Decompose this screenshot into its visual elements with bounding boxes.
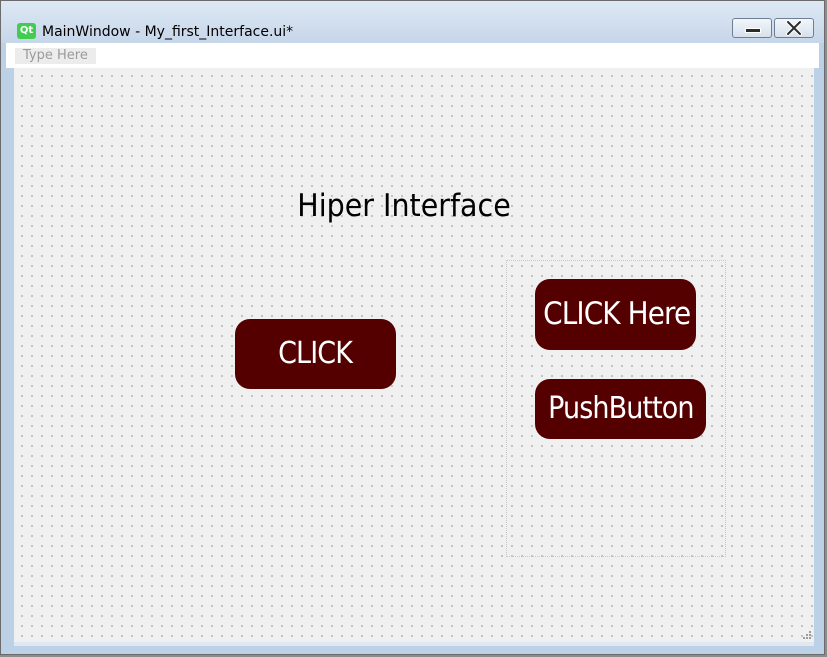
menu-type-here-placeholder[interactable]: Type Here [15,48,96,64]
push-button-label: PushButton [547,391,694,426]
status-bar [14,642,814,646]
resize-grip-icon[interactable] [802,630,812,640]
heading-label[interactable]: Hiper Interface [266,186,542,226]
close-icon [786,20,802,36]
main-window: Qt MainWindow - My_first_Interface.ui* T… [0,0,825,655]
minimize-icon [745,28,761,33]
click-here-button[interactable]: CLICK Here [535,279,696,350]
title-bar[interactable]: Qt MainWindow - My_first_Interface.ui* [1,1,824,43]
minimize-button[interactable] [732,18,772,38]
click-button-label: CLICK [278,336,354,371]
form-canvas[interactable]: Hiper Interface CLICK CLICK Here PushBut… [14,68,814,642]
window-title: MainWindow - My_first_Interface.ui* [42,24,294,40]
click-here-button-label: CLICK Here [543,296,691,332]
close-button[interactable] [774,18,814,38]
menu-bar: Type Here [6,43,819,68]
qt-logo-icon: Qt [17,23,36,39]
click-button[interactable]: CLICK [235,319,396,389]
push-button[interactable]: PushButton [535,379,706,439]
